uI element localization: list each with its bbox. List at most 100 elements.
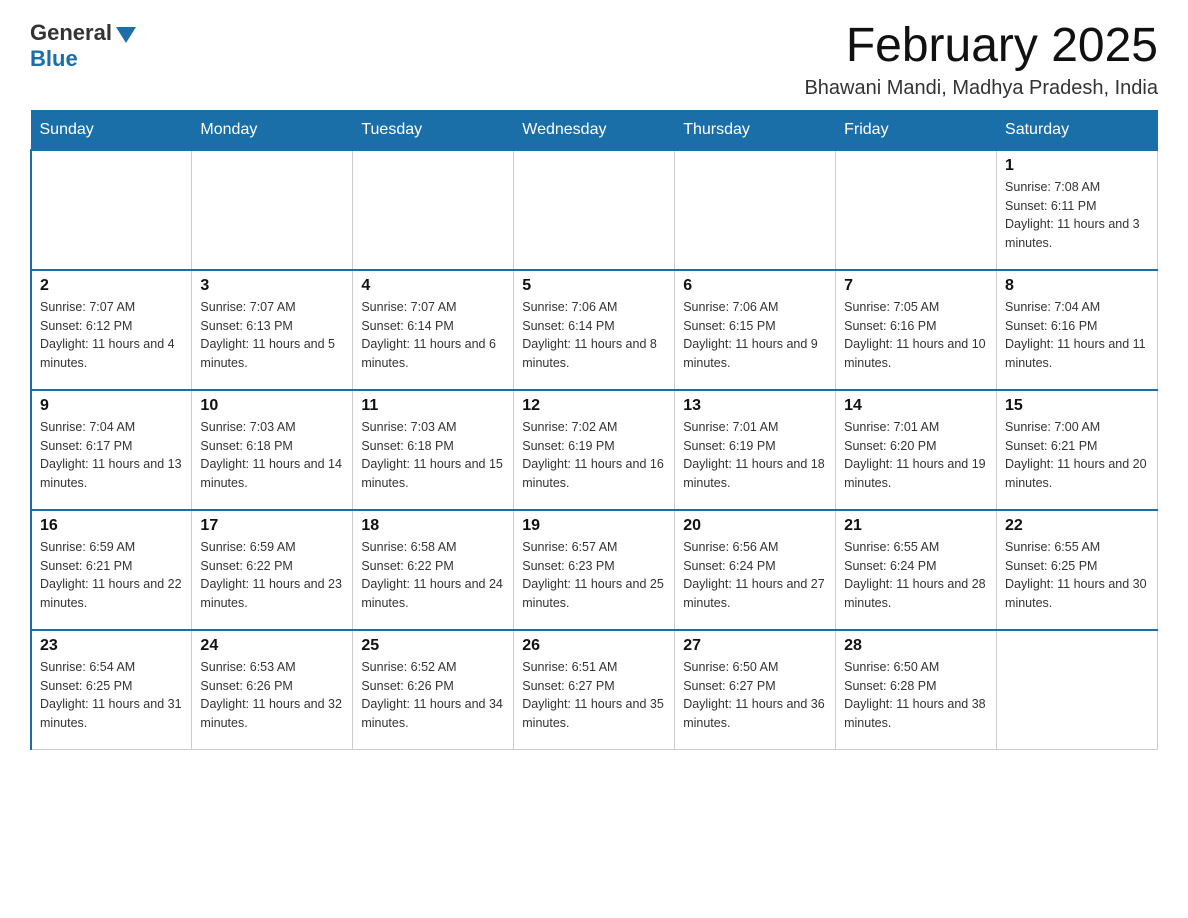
day-number: 9: [40, 397, 183, 415]
day-info: Sunrise: 7:07 AM Sunset: 6:14 PM Dayligh…: [361, 298, 505, 373]
calendar-day-cell: [675, 150, 836, 270]
day-info: Sunrise: 6:54 AM Sunset: 6:25 PM Dayligh…: [40, 658, 183, 733]
calendar-day-cell: 24Sunrise: 6:53 AM Sunset: 6:26 PM Dayli…: [192, 630, 353, 750]
day-number: 16: [40, 517, 183, 535]
day-header-thursday: Thursday: [675, 110, 836, 150]
calendar-week-row: 23 Sunrise: 6:54 AM Sunset: 6:25 PM Dayli…: [31, 630, 1158, 750]
calendar-day-cell: 8Sunrise: 7:04 AM Sunset: 6:16 PM Daylig…: [997, 270, 1158, 390]
calendar-day-cell: 15 Sunrise: 7:00 AM Sunset: 6:21 PM Dayli…: [997, 390, 1158, 510]
logo-blue-text: Blue: [30, 46, 78, 72]
calendar-day-cell: 18 Sunrise: 6:58 AM Sunset: 6:22 PM Dayli…: [353, 510, 514, 630]
calendar-day-cell: [192, 150, 353, 270]
day-number: 26: [522, 637, 666, 655]
calendar-day-cell: 7Sunrise: 7:05 AM Sunset: 6:16 PM Daylig…: [836, 270, 997, 390]
calendar-day-cell: 6Sunrise: 7:06 AM Sunset: 6:15 PM Daylig…: [675, 270, 836, 390]
logo-triangle-icon: [116, 27, 136, 43]
day-info: Sunrise: 6:59 AM Sunset: 6:21 PM Dayligh…: [40, 538, 183, 613]
calendar-week-row: 16 Sunrise: 6:59 AM Sunset: 6:21 PM Dayli…: [31, 510, 1158, 630]
day-header-tuesday: Tuesday: [353, 110, 514, 150]
day-number: 1: [1005, 157, 1149, 175]
calendar-day-cell: 27 Sunrise: 6:50 AM Sunset: 6:27 PM Dayli…: [675, 630, 836, 750]
calendar-day-cell: 4 Sunrise: 7:07 AM Sunset: 6:14 PM Daylig…: [353, 270, 514, 390]
day-number: 8: [1005, 277, 1149, 295]
day-number: 25: [361, 637, 505, 655]
day-number: 21: [844, 517, 988, 535]
day-number: 11: [361, 397, 505, 415]
day-info: Sunrise: 6:52 AM Sunset: 6:26 PM Dayligh…: [361, 658, 505, 733]
day-info: Sunrise: 7:00 AM Sunset: 6:21 PM Dayligh…: [1005, 418, 1149, 493]
calendar-day-cell: [514, 150, 675, 270]
calendar-day-cell: 21 Sunrise: 6:55 AM Sunset: 6:24 PM Dayli…: [836, 510, 997, 630]
calendar-day-cell: 2 Sunrise: 7:07 AM Sunset: 6:12 PM Daylig…: [31, 270, 192, 390]
day-number: 13: [683, 397, 827, 415]
calendar-week-row: 1Sunrise: 7:08 AM Sunset: 6:11 PM Daylig…: [31, 150, 1158, 270]
calendar-day-cell: 12Sunrise: 7:02 AM Sunset: 6:19 PM Dayli…: [514, 390, 675, 510]
day-info: Sunrise: 6:56 AM Sunset: 6:24 PM Dayligh…: [683, 538, 827, 613]
calendar-subtitle: Bhawani Mandi, Madhya Pradesh, India: [804, 77, 1158, 100]
day-info: Sunrise: 6:57 AM Sunset: 6:23 PM Dayligh…: [522, 538, 666, 613]
day-info: Sunrise: 6:53 AM Sunset: 6:26 PM Dayligh…: [200, 658, 344, 733]
day-info: Sunrise: 7:03 AM Sunset: 6:18 PM Dayligh…: [200, 418, 344, 493]
day-number: 28: [844, 637, 988, 655]
calendar-day-cell: 26 Sunrise: 6:51 AM Sunset: 6:27 PM Dayli…: [514, 630, 675, 750]
title-block: February 2025 Bhawani Mandi, Madhya Prad…: [804, 20, 1158, 100]
calendar-day-cell: [31, 150, 192, 270]
day-number: 3: [200, 277, 344, 295]
calendar-day-cell: 3Sunrise: 7:07 AM Sunset: 6:13 PM Daylig…: [192, 270, 353, 390]
day-number: 5: [522, 277, 666, 295]
day-number: 20: [683, 517, 827, 535]
day-header-sunday: Sunday: [31, 110, 192, 150]
calendar-day-cell: 1Sunrise: 7:08 AM Sunset: 6:11 PM Daylig…: [997, 150, 1158, 270]
day-info: Sunrise: 7:01 AM Sunset: 6:20 PM Dayligh…: [844, 418, 988, 493]
day-info: Sunrise: 7:07 AM Sunset: 6:12 PM Dayligh…: [40, 298, 183, 373]
day-header-friday: Friday: [836, 110, 997, 150]
day-info: Sunrise: 6:51 AM Sunset: 6:27 PM Dayligh…: [522, 658, 666, 733]
day-number: 7: [844, 277, 988, 295]
calendar-week-row: 9Sunrise: 7:04 AM Sunset: 6:17 PM Daylig…: [31, 390, 1158, 510]
calendar-day-cell: 16 Sunrise: 6:59 AM Sunset: 6:21 PM Dayli…: [31, 510, 192, 630]
calendar-day-cell: 25 Sunrise: 6:52 AM Sunset: 6:26 PM Dayli…: [353, 630, 514, 750]
calendar-header-row: SundayMondayTuesdayWednesdayThursdayFrid…: [31, 110, 1158, 150]
day-header-monday: Monday: [192, 110, 353, 150]
day-header-wednesday: Wednesday: [514, 110, 675, 150]
day-info: Sunrise: 6:55 AM Sunset: 6:24 PM Dayligh…: [844, 538, 988, 613]
day-number: 22: [1005, 517, 1149, 535]
day-number: 14: [844, 397, 988, 415]
calendar-day-cell: 22 Sunrise: 6:55 AM Sunset: 6:25 PM Dayli…: [997, 510, 1158, 630]
calendar-day-cell: [353, 150, 514, 270]
day-header-saturday: Saturday: [997, 110, 1158, 150]
day-info: Sunrise: 7:01 AM Sunset: 6:19 PM Dayligh…: [683, 418, 827, 493]
day-info: Sunrise: 6:58 AM Sunset: 6:22 PM Dayligh…: [361, 538, 505, 613]
day-number: 23: [40, 637, 183, 655]
calendar-day-cell: 9Sunrise: 7:04 AM Sunset: 6:17 PM Daylig…: [31, 390, 192, 510]
calendar-day-cell: 19 Sunrise: 6:57 AM Sunset: 6:23 PM Dayli…: [514, 510, 675, 630]
calendar-day-cell: 13 Sunrise: 7:01 AM Sunset: 6:19 PM Dayli…: [675, 390, 836, 510]
day-info: Sunrise: 6:50 AM Sunset: 6:28 PM Dayligh…: [844, 658, 988, 733]
calendar-day-cell: 11 Sunrise: 7:03 AM Sunset: 6:18 PM Dayli…: [353, 390, 514, 510]
day-info: Sunrise: 7:03 AM Sunset: 6:18 PM Dayligh…: [361, 418, 505, 493]
logo: General Blue: [30, 20, 136, 72]
day-number: 27: [683, 637, 827, 655]
calendar-day-cell: [997, 630, 1158, 750]
day-info: Sunrise: 6:55 AM Sunset: 6:25 PM Dayligh…: [1005, 538, 1149, 613]
calendar-day-cell: 14 Sunrise: 7:01 AM Sunset: 6:20 PM Dayli…: [836, 390, 997, 510]
day-info: Sunrise: 6:50 AM Sunset: 6:27 PM Dayligh…: [683, 658, 827, 733]
page-header: General Blue February 2025 Bhawani Mandi…: [30, 20, 1158, 100]
day-info: Sunrise: 7:02 AM Sunset: 6:19 PM Dayligh…: [522, 418, 666, 493]
calendar-week-row: 2 Sunrise: 7:07 AM Sunset: 6:12 PM Daylig…: [31, 270, 1158, 390]
logo-general-text: General: [30, 20, 112, 46]
day-number: 18: [361, 517, 505, 535]
calendar-day-cell: 20 Sunrise: 6:56 AM Sunset: 6:24 PM Dayli…: [675, 510, 836, 630]
day-number: 15: [1005, 397, 1149, 415]
calendar-day-cell: 10 Sunrise: 7:03 AM Sunset: 6:18 PM Dayli…: [192, 390, 353, 510]
day-info: Sunrise: 7:06 AM Sunset: 6:14 PM Dayligh…: [522, 298, 666, 373]
day-number: 2: [40, 277, 183, 295]
calendar-table: SundayMondayTuesdayWednesdayThursdayFrid…: [30, 110, 1158, 751]
day-number: 10: [200, 397, 344, 415]
calendar-day-cell: 5 Sunrise: 7:06 AM Sunset: 6:14 PM Daylig…: [514, 270, 675, 390]
day-number: 4: [361, 277, 505, 295]
day-info: Sunrise: 7:06 AM Sunset: 6:15 PM Dayligh…: [683, 298, 827, 373]
day-number: 19: [522, 517, 666, 535]
calendar-title: February 2025: [804, 20, 1158, 73]
calendar-day-cell: 23 Sunrise: 6:54 AM Sunset: 6:25 PM Dayli…: [31, 630, 192, 750]
